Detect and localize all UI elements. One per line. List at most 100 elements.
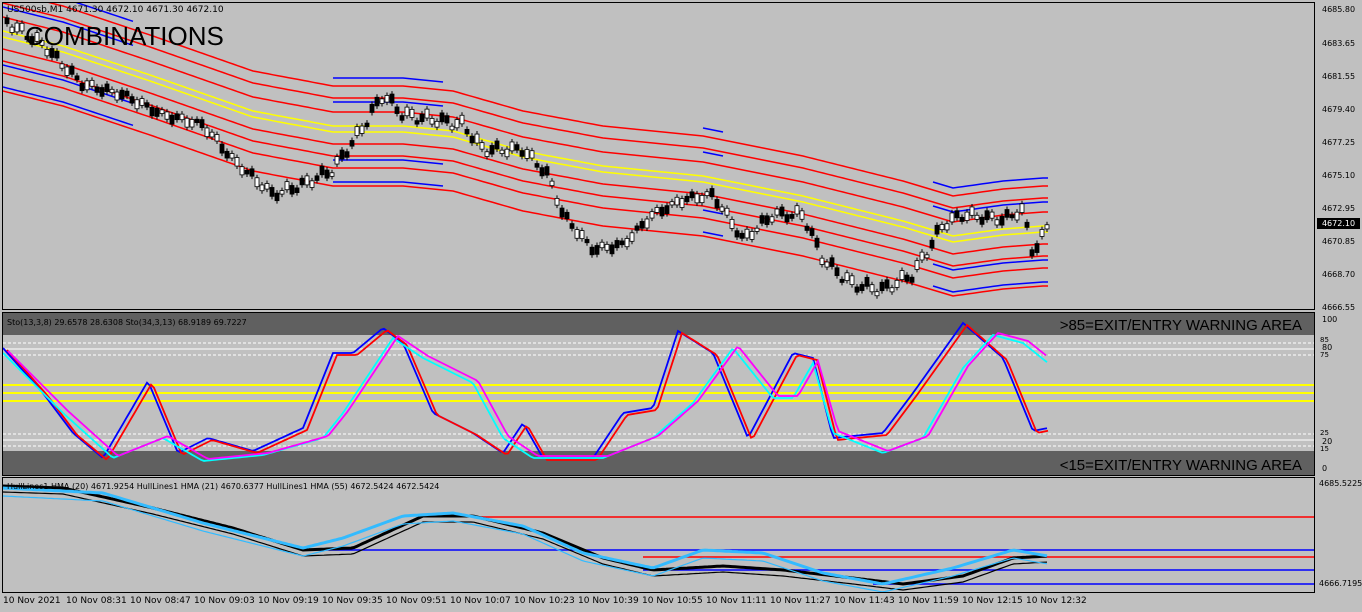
candle-body: [269, 187, 275, 197]
candle-body: [849, 275, 855, 286]
time-tick: 10 Nov 11:11: [706, 596, 767, 606]
blue-band-2-1: [702, 151, 724, 157]
candle-body: [379, 98, 385, 104]
candle-body: [889, 287, 895, 293]
price-axis: 4685.80 4683.65 4681.55 4679.40 4677.25 …: [1316, 2, 1362, 312]
candle-body: [174, 113, 180, 121]
blue-band-1-1: [333, 101, 444, 107]
candle-body: [424, 108, 430, 119]
candle-body: [369, 103, 375, 113]
candle-body: [964, 211, 970, 221]
candle-body: [254, 177, 260, 188]
candle-body: [299, 177, 305, 186]
candle-body: [429, 118, 435, 125]
band-line-7: [3, 72, 1048, 279]
time-tick: 10 Nov 2021: [3, 596, 61, 606]
candle-body: [264, 183, 270, 190]
candle-body: [244, 169, 250, 175]
candle-body: [729, 219, 735, 229]
candle-body: [74, 75, 80, 81]
candle-body: [274, 192, 280, 202]
price-tick: 4670.85: [1322, 237, 1356, 246]
blue-band-2-0: [702, 127, 724, 133]
candle-body: [899, 270, 905, 280]
hma-pane[interactable]: HullLines1 HMA (20) 4671.9254 HullLines1…: [2, 477, 1315, 593]
candle-body: [834, 267, 840, 277]
candle-body: [129, 96, 135, 104]
candle-body: [969, 206, 975, 216]
candle-body: [939, 224, 945, 231]
candle-body: [744, 228, 750, 239]
stochastic-pane[interactable]: Sto(13,3,8) 29.6578 28.6308 Sto(34,3,13)…: [2, 312, 1315, 476]
candle-body: [294, 187, 300, 193]
candle-body: [944, 223, 950, 231]
candle-body: [459, 114, 465, 125]
price-tick: 4666.55: [1322, 303, 1356, 312]
candle-body: [609, 244, 615, 255]
candle-body: [469, 135, 475, 144]
stoch-tick: 0: [1322, 464, 1328, 473]
candle-body: [594, 245, 600, 255]
candle-body: [804, 225, 810, 231]
candle-body: [864, 276, 870, 287]
time-tick: 10 Nov 11:59: [898, 596, 959, 606]
candle-body: [994, 219, 1000, 226]
candle-body: [284, 181, 290, 191]
candle-body: [914, 260, 920, 270]
candle-body: [94, 86, 100, 93]
candle-body: [399, 115, 405, 121]
candle-body: [154, 107, 160, 117]
candle-body: [679, 198, 685, 208]
candle-body: [924, 254, 930, 259]
time-tick: 10 Nov 09:35: [322, 596, 383, 606]
stochastic-canvas: [3, 313, 1314, 475]
candle-body: [1024, 221, 1030, 228]
candle-body: [1019, 203, 1025, 213]
candle-body: [494, 140, 500, 150]
price-chart-pane[interactable]: US500sb,M1 4671.30 4672.10 4671.30 4672.…: [2, 2, 1315, 310]
candle-body: [879, 281, 885, 292]
candle-body: [734, 230, 740, 238]
candle-body: [844, 272, 850, 281]
time-tick: 10 Nov 10:39: [578, 596, 639, 606]
candle-body: [54, 50, 60, 59]
stochastic-header: Sto(13,3,8) 29.6578 28.6308 Sto(34,3,13)…: [7, 318, 247, 327]
candle-body: [309, 180, 315, 188]
candle-body: [664, 205, 670, 214]
candle-body: [339, 149, 345, 160]
candle-body: [699, 195, 705, 204]
candle-body: [139, 98, 145, 106]
candle-body: [474, 133, 480, 144]
candle-body: [639, 221, 645, 229]
candle-body: [334, 156, 340, 165]
blue-band-1-0: [333, 77, 444, 83]
candle-body: [499, 149, 505, 154]
hma-axis: 4685.5225 4666.7195: [1316, 477, 1362, 593]
candle-body: [809, 228, 815, 236]
candle-body: [689, 191, 695, 199]
candle-body: [569, 223, 575, 229]
time-tick: 10 Nov 08:31: [66, 596, 127, 606]
candle-body: [104, 83, 110, 92]
candle-body: [989, 211, 995, 219]
current-price-tag: 4672.10: [1317, 218, 1360, 229]
candle-body: [519, 150, 525, 157]
candle-body: [854, 286, 860, 293]
candle-body: [659, 206, 665, 217]
candle-body: [1014, 211, 1020, 221]
hma-header: HullLines1 HMA (20) 4671.9254 HullLines1…: [7, 482, 440, 491]
candle-body: [754, 227, 760, 232]
candle-body: [674, 196, 680, 206]
stoch-slow-signal-line: [3, 333, 1048, 462]
time-tick: 10 Nov 12:32: [1026, 596, 1087, 606]
candle-body: [704, 191, 710, 197]
candle-body: [489, 145, 495, 155]
candle-body: [189, 119, 195, 128]
candle-body: [539, 167, 545, 177]
price-tick: 4679.40: [1322, 105, 1356, 114]
candle-body: [119, 89, 125, 100]
candle-body: [654, 207, 660, 213]
candle-body: [529, 150, 535, 159]
candle-body: [234, 157, 240, 167]
candle-body: [224, 150, 230, 159]
